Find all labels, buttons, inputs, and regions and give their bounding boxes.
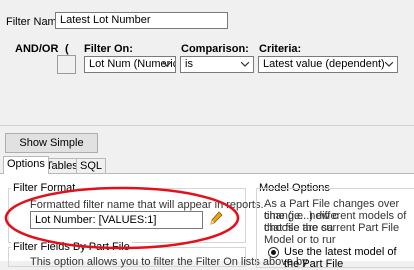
chevron-down-icon	[239, 57, 251, 72]
tab-options[interactable]: Options	[3, 156, 49, 174]
divider	[0, 125, 414, 126]
criteria-combo[interactable]: Latest value (dependent)	[258, 56, 398, 73]
chevron-down-icon	[161, 57, 173, 72]
paren-toggle[interactable]	[57, 55, 76, 74]
criteria-value: Latest value (dependent)	[263, 58, 385, 70]
comparison-header: Comparison:	[181, 43, 249, 55]
model-options-line-3: choose the current Part File Model or to…	[264, 222, 400, 246]
filter-on-header: Filter On:	[84, 43, 133, 55]
latest-model-radio-label: Use the latest model of the Part File	[284, 246, 397, 270]
paren-header: (	[65, 43, 69, 55]
and-or-header: AND/OR	[15, 43, 59, 55]
filter-format-legend: Filter Format	[11, 182, 78, 194]
tab-sql[interactable]: SQL	[76, 158, 107, 173]
criteria-header: Criteria:	[259, 43, 302, 55]
comparison-value: is	[185, 58, 193, 70]
filter-on-combo[interactable]: Lot Num (Numeric)	[84, 56, 176, 73]
filter-name-input[interactable]: Latest Lot Number	[55, 12, 228, 29]
radio-selected-icon[interactable]	[268, 247, 279, 258]
show-simple-button[interactable]: Show Simple	[5, 133, 98, 153]
chevron-down-icon	[383, 57, 395, 72]
filter-format-description: Formatted filter name that will appear i…	[30, 199, 264, 211]
filter-fields-legend: Filter Fields By Part File	[11, 241, 132, 253]
comparison-combo[interactable]: is	[180, 56, 254, 73]
options-panel: Filter Format Formatted filter name that…	[0, 173, 414, 270]
pencil-icon[interactable]	[209, 210, 223, 229]
filter-format-input[interactable]: Lot Number: [VALUES:1]	[30, 211, 203, 229]
